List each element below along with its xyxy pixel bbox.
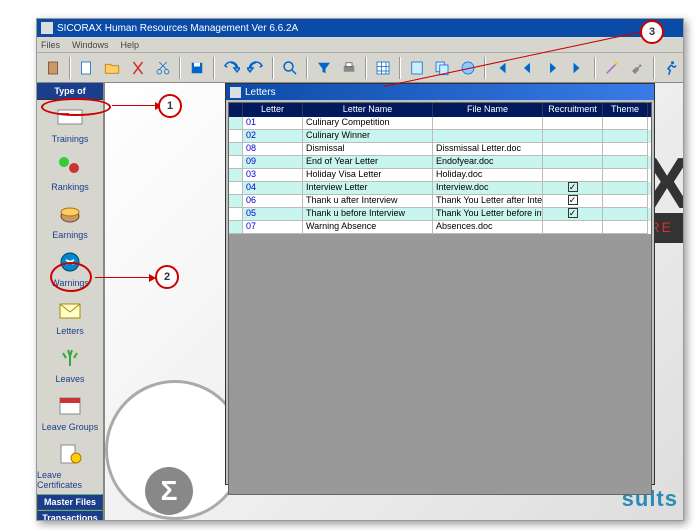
sidebar-item-trainings[interactable]: Trainings: [37, 100, 103, 148]
form-icon[interactable]: [405, 56, 429, 80]
wrench-icon[interactable]: [626, 56, 650, 80]
print-icon[interactable]: [337, 56, 361, 80]
save-icon[interactable]: [185, 56, 209, 80]
table-row[interactable]: 04Interview LetterInterview.doc✓: [229, 182, 651, 195]
menubar: Files Windows Help: [37, 37, 683, 53]
callout-1: 1: [158, 94, 182, 118]
sidebar-item-leave-certificates[interactable]: Leave Certificates: [37, 436, 103, 494]
callout-2: 2: [155, 265, 179, 289]
sidebar-item-leaves[interactable]: Leaves: [37, 340, 103, 388]
folder-icon[interactable]: [100, 56, 124, 80]
col-selector[interactable]: [229, 103, 243, 117]
runner-icon[interactable]: [659, 56, 683, 80]
annotation-arrow-2: [95, 277, 154, 278]
zoom-icon[interactable]: [278, 56, 302, 80]
titlebar: SICORAX Human Resources Management Ver 6…: [37, 19, 683, 37]
grid-empty-area: [229, 234, 651, 494]
app-icon: [41, 22, 53, 34]
sidebar-item-earnings[interactable]: Earnings: [37, 196, 103, 244]
scissors-icon[interactable]: [152, 56, 176, 80]
nav-master-files[interactable]: Master Files: [37, 494, 103, 510]
menu-windows[interactable]: Windows: [72, 40, 109, 50]
sidebar-nav: Master Files Transactions Periodics Repo…: [37, 494, 103, 520]
letters-icon: [55, 296, 85, 324]
door-icon[interactable]: [41, 56, 65, 80]
grid-header: Letter Letter Name File Name Recruitment…: [229, 103, 651, 117]
table-row[interactable]: 07Warning AbsenceAbsences.doc: [229, 221, 651, 234]
letters-title-text: Letters: [245, 87, 276, 98]
new-doc-icon[interactable]: [75, 56, 99, 80]
col-letter[interactable]: Letter: [243, 103, 303, 117]
menu-help[interactable]: Help: [121, 40, 140, 50]
col-name[interactable]: Letter Name: [303, 103, 433, 117]
toolbar: [37, 53, 683, 83]
letters-window: Letters Letter Letter Name File Name Rec…: [225, 83, 655, 485]
callout-3: 3: [640, 20, 664, 44]
grid-icon[interactable]: [371, 56, 395, 80]
table-row[interactable]: 05Thank u before InterviewThank You Lett…: [229, 208, 651, 221]
filter-icon[interactable]: [312, 56, 336, 80]
leaves-icon: [55, 344, 85, 372]
undo-icon[interactable]: [219, 56, 243, 80]
table-row[interactable]: 09End of Year LetterEndofyear.doc: [229, 156, 651, 169]
nav-prev-icon[interactable]: [515, 56, 539, 80]
redo-icon[interactable]: [244, 56, 268, 80]
col-theme[interactable]: Theme: [603, 103, 648, 117]
col-file[interactable]: File Name: [433, 103, 543, 117]
table-row[interactable]: 01Culinary Competition: [229, 117, 651, 130]
annotation-arrow-1: [112, 105, 160, 106]
nav-next-icon[interactable]: [541, 56, 565, 80]
col-recruitment[interactable]: Recruitment: [543, 103, 603, 117]
letters-window-icon: [230, 87, 241, 98]
sidebar: Type of Trainings Rankings Earnings Warn…: [37, 83, 105, 520]
cut-icon[interactable]: [126, 56, 150, 80]
letters-grid: Letter Letter Name File Name Recruitment…: [228, 102, 652, 495]
trainings-icon: [55, 104, 85, 132]
warnings-icon: [55, 248, 85, 276]
client-area: Type of Trainings Rankings Earnings Warn…: [37, 83, 683, 520]
grid-body: 01Culinary Competition02Culinary Winner0…: [229, 117, 651, 234]
wand-icon[interactable]: [600, 56, 624, 80]
nav-transactions[interactable]: Transactions: [37, 510, 103, 520]
rankings-icon: [55, 152, 85, 180]
nav-last-icon[interactable]: [567, 56, 591, 80]
sidebar-header: Type of: [37, 83, 103, 100]
sidebar-item-rankings[interactable]: Rankings: [37, 148, 103, 196]
table-row[interactable]: 02Culinary Winner: [229, 130, 651, 143]
sidebar-item-letters[interactable]: Letters: [37, 292, 103, 340]
leave-certificates-icon: [55, 440, 85, 468]
leave-groups-icon: [55, 392, 85, 420]
sigma-icon: Σ: [145, 467, 193, 515]
menu-files[interactable]: Files: [41, 40, 60, 50]
letters-titlebar[interactable]: Letters: [226, 84, 654, 100]
workspace: AX OFTWARE Σ sults Letters Letter Letter…: [105, 83, 683, 520]
sidebar-item-leave-groups[interactable]: Leave Groups: [37, 388, 103, 436]
sidebar-item-warnings[interactable]: Warnings: [37, 244, 103, 292]
app-window: SICORAX Human Resources Management Ver 6…: [36, 18, 684, 521]
table-row[interactable]: 08DismissalDissmissal Letter.doc: [229, 143, 651, 156]
titlebar-text: SICORAX Human Resources Management Ver 6…: [57, 23, 298, 34]
table-row[interactable]: 06Thank u after InterviewThank You Lette…: [229, 195, 651, 208]
table-row[interactable]: 03Holiday Visa LetterHoliday.doc: [229, 169, 651, 182]
earnings-icon: [55, 200, 85, 228]
